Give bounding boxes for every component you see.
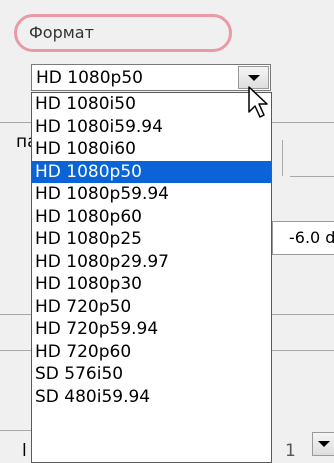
- gain-field[interactable]: -6.0 d: [272, 221, 334, 255]
- background-label-fragment: 1: [285, 441, 296, 461]
- format-option[interactable]: SD 576i50: [32, 363, 271, 386]
- background-divider: [272, 122, 334, 123]
- format-option[interactable]: HD 1080i60: [32, 138, 271, 161]
- background-divider: [272, 314, 334, 315]
- background-combo-button[interactable]: [312, 432, 334, 456]
- background-divider: [290, 176, 334, 177]
- background-divider: [0, 430, 31, 431]
- mouse-cursor-icon: [248, 86, 268, 118]
- format-option-selected[interactable]: HD 1080p50: [32, 160, 271, 183]
- format-label: Формат: [14, 14, 232, 52]
- format-combobox[interactable]: HD 1080p50: [31, 64, 271, 91]
- format-option[interactable]: HD 1080p30: [32, 273, 271, 296]
- format-option[interactable]: HD 1080p59.94: [32, 183, 271, 206]
- format-option[interactable]: HD 1080i50: [32, 93, 271, 116]
- format-option[interactable]: HD 720p59.94: [32, 318, 271, 341]
- chevron-down-icon: [248, 75, 260, 81]
- format-option[interactable]: HD 720p60: [32, 341, 271, 364]
- format-combobox-value: HD 1080p50: [36, 68, 143, 88]
- format-option[interactable]: HD 1080p60: [32, 206, 271, 229]
- background-divider: [0, 122, 31, 123]
- format-option[interactable]: SD 480i59.94: [32, 386, 271, 409]
- background-divider: [0, 350, 31, 351]
- screen: па l 1 -6.0 d Формат HD 1080p50 HD 1080i…: [0, 0, 334, 463]
- format-dropdown-list[interactable]: HD 1080i50 HD 1080i59.94 HD 1080i60 HD 1…: [31, 92, 272, 463]
- background-label-fragment: l: [22, 441, 27, 461]
- format-option[interactable]: HD 720p50: [32, 296, 271, 319]
- format-label-text: Формат: [29, 23, 94, 42]
- background-divider: [282, 140, 283, 176]
- background-divider: [272, 350, 334, 351]
- gain-field-value: -6.0 d: [289, 228, 334, 247]
- format-option[interactable]: HD 1080p25: [32, 228, 271, 251]
- format-option[interactable]: HD 1080p29.97: [32, 251, 271, 274]
- format-option[interactable]: HD 1080i59.94: [32, 116, 271, 139]
- chevron-down-icon: [318, 441, 330, 447]
- background-divider: [0, 314, 31, 315]
